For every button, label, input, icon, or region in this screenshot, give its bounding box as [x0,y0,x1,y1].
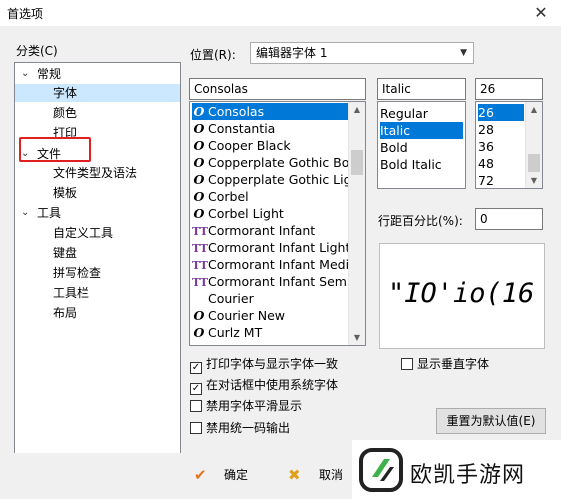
opentype-font-icon: O [193,155,205,170]
list-item[interactable]: 72 [478,172,494,188]
list-item[interactable]: TTCormorant Infant Medium [192,256,365,273]
opentype-font-icon: O [193,138,205,153]
position-select[interactable]: 编辑器字体 1 ▼ [250,42,474,64]
list-item[interactable]: Regular [380,105,428,122]
opentype-font-icon: O [193,121,205,136]
list-item[interactable]: TTCormorant Infant Light [192,239,350,256]
check-icon: ✔ [194,466,207,484]
watermark-text: 欧凯手游网 [410,463,526,488]
scroll-up-icon[interactable]: ▲ [526,102,542,117]
list-item[interactable]: TTCormorant Infant [192,222,315,239]
tree-item-templates[interactable]: 模板 [15,184,180,202]
cancel-button[interactable]: ✖ 取消 [282,462,352,488]
option-show-vertical[interactable]: 显示垂直字体 [401,356,489,372]
tree-item-keyboard[interactable]: 键盘 [15,244,180,262]
line-spacing-input[interactable]: 0 [475,208,543,230]
font-size-scrollbar[interactable]: ▲ ▼ [525,102,542,188]
list-item[interactable]: 28 [478,121,494,138]
option-print-font-match[interactable]: ✓ 打印字体与显示字体一致 [190,356,338,374]
chevron-down-icon[interactable]: ▼ [460,43,467,63]
opentype-font-icon: O [193,189,205,204]
opentype-font-icon: O [193,325,205,340]
tree-item-color[interactable]: 颜色 [15,104,180,122]
watermark-logo-icon [358,447,404,493]
opentype-font-icon: O [193,206,205,221]
tree-item-general[interactable]: ⌄ 常规 [15,65,180,83]
truetype-font-icon: TT [192,276,208,289]
category-tree[interactable]: ⌄ 常规 字体 颜色 打印 ⌄ 文件 文件类型及语法 模板 ⌄ 工具 自定义工具… [14,62,181,462]
truetype-font-icon: TT [192,225,208,238]
list-item[interactable]: Italic [380,122,463,139]
category-label: 分类(C) [16,44,58,58]
list-item[interactable]: O Constantia [192,120,276,137]
tree-item-font[interactable]: 字体 [15,84,180,102]
truetype-font-icon: TT [192,259,208,272]
window-title: 首选项 [7,7,44,21]
list-item[interactable]: 48 [478,155,494,172]
list-item[interactable]: O Corbel [192,188,249,205]
chevron-down-icon[interactable]: ⌄ [21,204,31,222]
list-item[interactable]: TTCormorant Infant SemiBold [192,273,365,290]
font-size-list[interactable]: 26 28 36 48 72 ▲ ▼ [475,101,543,189]
tree-item-file-types[interactable]: 文件类型及语法 [15,164,180,182]
list-item[interactable]: 36 [478,138,494,155]
line-spacing-label: 行距百分比(%): [378,214,463,228]
font-style-list[interactable]: Regular Italic Bold Bold Italic [377,101,466,189]
list-item[interactable]: O Cooper Black [192,137,291,154]
option-disable-smoothing[interactable]: 禁用字体平滑显示 [190,398,302,414]
font-name-input[interactable]: Consolas [189,78,366,100]
tree-item-spellcheck[interactable]: 拼写检查 [15,264,180,282]
preview-text: "IO'io(16 [388,278,535,309]
font-name-list[interactable]: O Consolas O Constantia O Cooper Black O Cop… [189,101,366,346]
cross-icon: ✖ [288,466,301,484]
checkbox-checked-icon[interactable]: ✓ [190,383,202,395]
position-label: 位置(R): [190,48,236,62]
tree-item-tools[interactable]: ⌄ 工具 [15,204,180,222]
font-size-input[interactable]: 26 [475,78,543,100]
reset-defaults-button[interactable]: 重置为默认值(E) [436,408,546,434]
scroll-down-icon[interactable]: ▼ [349,330,365,345]
tree-item-custom-tools[interactable]: 自定义工具 [15,224,180,242]
tree-item-layout[interactable]: 布局 [15,304,180,322]
highlight-box [19,137,91,162]
checkbox-icon[interactable] [401,358,413,370]
option-disable-unicode[interactable]: 禁用统一码输出 [190,420,290,436]
checkbox-icon[interactable] [190,422,202,434]
checkbox-icon[interactable] [190,400,202,412]
chevron-down-icon[interactable]: ⌄ [21,65,31,83]
opentype-font-icon: O [193,172,205,187]
list-item[interactable]: Courier [192,290,254,307]
list-item[interactable]: Bold [380,139,408,156]
scroll-thumb[interactable] [351,150,363,175]
tree-item-toolbar[interactable]: 工具栏 [15,284,180,302]
truetype-font-icon: TT [192,242,208,255]
font-style-input[interactable]: Italic [377,78,466,100]
title-bar: 首选项 ✕ [0,0,561,26]
font-preview: "IO'io(16 [379,243,545,349]
list-item[interactable]: O Copperplate Gothic Light [192,171,365,188]
scroll-up-icon[interactable]: ▲ [349,102,365,117]
checkbox-checked-icon[interactable]: ✓ [190,362,202,374]
opentype-font-icon: O [193,104,205,119]
scroll-thumb[interactable] [528,154,540,172]
option-use-system-font[interactable]: ✓ 在对话框中使用系统字体 [190,377,338,395]
font-name-scrollbar[interactable]: ▲ ▼ [348,102,365,345]
list-item[interactable]: Bold Italic [380,156,442,173]
opentype-font-icon: O [193,308,205,323]
ok-button[interactable]: ✔ 确定 [186,462,272,488]
list-item[interactable]: O Copperplate Gothic Bold [192,154,361,171]
list-item[interactable]: O Consolas [192,103,348,120]
list-item[interactable]: O Curlz MT [192,324,263,341]
list-item[interactable]: O Courier New [192,307,285,324]
list-item[interactable]: 26 [478,104,524,121]
list-item[interactable]: O Corbel Light [192,205,284,222]
close-icon[interactable]: ✕ [530,2,552,24]
scroll-down-icon[interactable]: ▼ [526,173,542,188]
